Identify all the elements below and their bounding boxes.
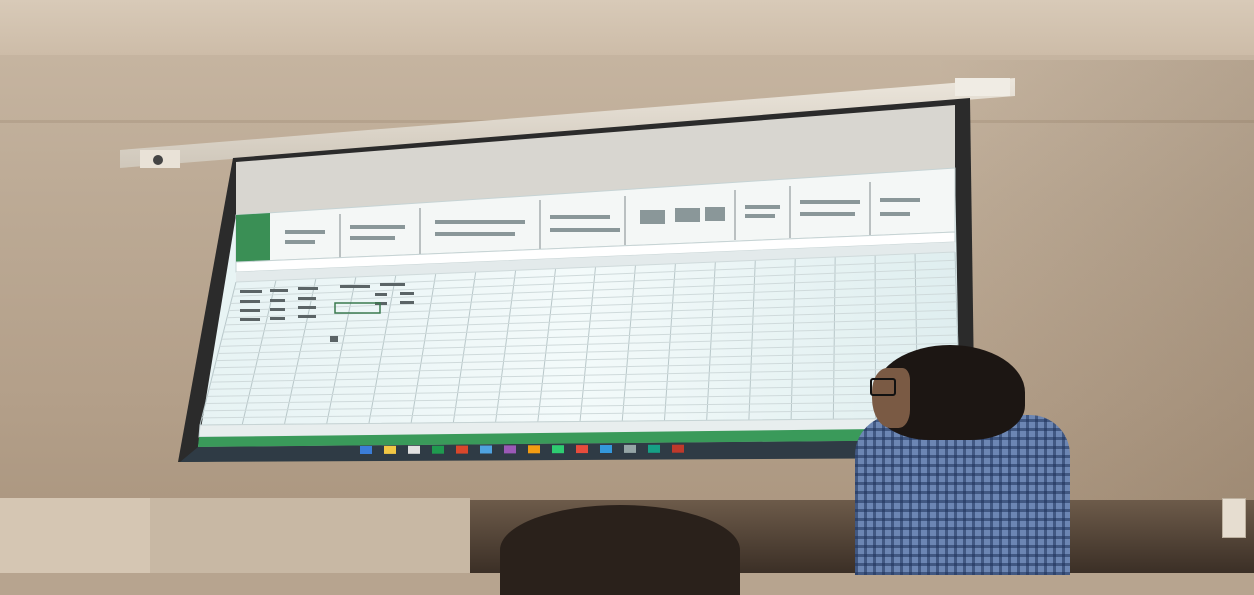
taskbar-app-icon	[432, 446, 444, 454]
taskbar-app-icon	[456, 446, 468, 454]
taskbar-app-icon	[504, 445, 516, 453]
taskbar-app-icon	[408, 446, 420, 454]
taskbar-app-icon	[552, 445, 564, 453]
scene	[0, 0, 1254, 573]
roller-bolt	[153, 155, 163, 165]
taskbar-app-icon	[360, 446, 372, 454]
taskbar-app-icon	[384, 446, 396, 454]
roller-bracket-right	[955, 78, 1010, 96]
taskbar-app-icon	[672, 445, 684, 453]
glasses-icon	[870, 378, 896, 396]
wall-switch	[1222, 498, 1246, 538]
cabinet-middle	[150, 498, 470, 573]
presenter-face	[872, 368, 910, 428]
taskbar-app-icon	[480, 446, 492, 454]
taskbar-app-icon	[528, 445, 540, 453]
file-tab	[236, 213, 270, 262]
taskbar-app-icon	[648, 445, 660, 453]
taskbar-app-icon	[624, 445, 636, 453]
cabinet-left	[0, 498, 150, 573]
taskbar-app-icon	[600, 445, 612, 453]
taskbar-app-icon	[576, 445, 588, 453]
audience-head	[500, 505, 740, 595]
